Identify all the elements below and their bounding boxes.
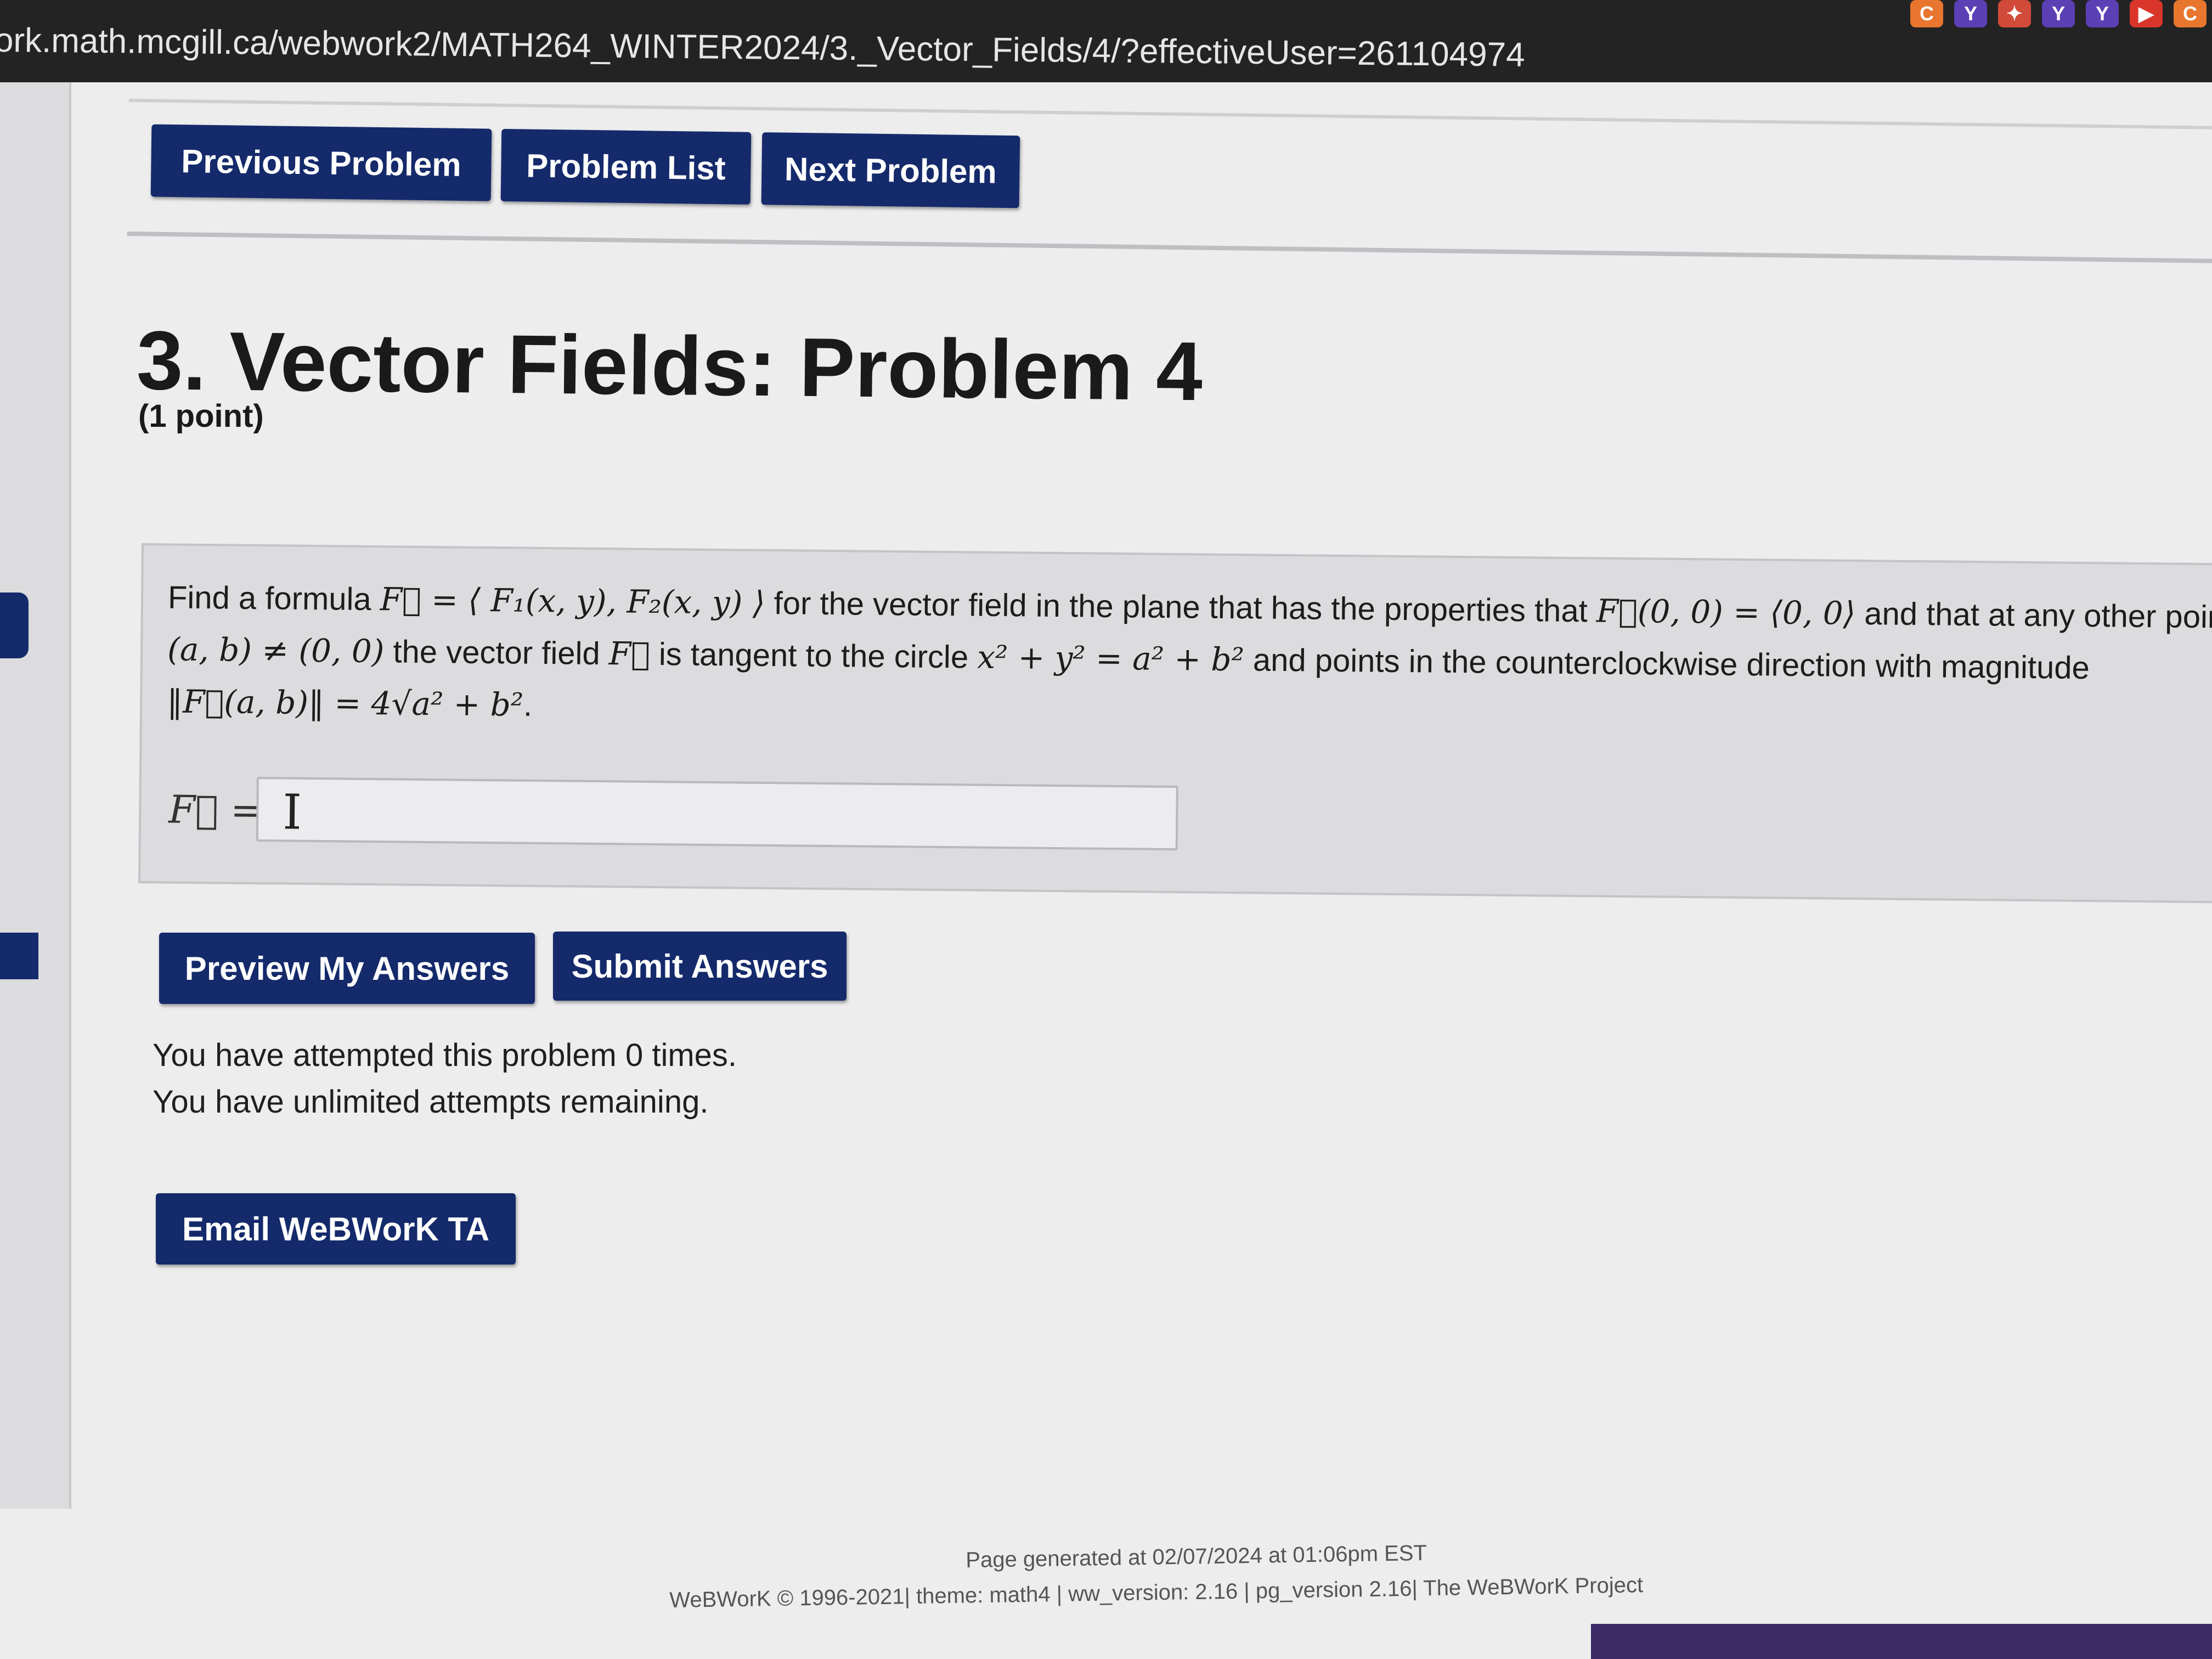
page-generated-text: Page generated at 02/07/2024 at 01:06pm … [966,1541,1427,1572]
sidebar-tab-marker [0,592,29,658]
extension-icon-2[interactable]: Y [1954,0,1987,27]
math-expression: F⃗(0, 0) = ⟨0, 0⟩ [1596,592,1856,632]
statement-text: and points in the counterclockwise direc… [1244,642,2090,686]
attempts-count-text: You have attempted this problem 0 times. [153,1037,737,1073]
math-expression: F⃗ [608,635,651,673]
extension-icon-4[interactable]: Y [2042,0,2075,27]
browser-address-bar[interactable]: ork.math.mcgill.ca/webwork2/MATH264_WINT… [0,0,2212,91]
statement-text: the vector field [384,634,610,672]
page-title: 3. Vector Fields: Problem 4 [136,313,1203,419]
webwork-page: Previous Problem Problem List Next Probl… [0,82,2212,1659]
attempts-remaining-text: You have unlimited attempts remaining. [153,1084,709,1120]
statement-text: Find a formula [167,579,381,618]
next-problem-button[interactable]: Next Problem [761,132,1020,208]
statement-line-3: ‖F⃗(a, b)‖ = 4√a² + b². [167,682,533,723]
url-text[interactable]: ork.math.mcgill.ca/webwork2/MATH264_WINT… [0,21,1525,75]
extension-icon-1[interactable]: C [1910,0,1943,27]
statement-text: and that at any other point [1855,595,2212,635]
math-expression: x² + y² = a² + b² [977,638,1245,679]
answer-input[interactable] [256,777,1178,851]
sidebar-tab-marker [0,933,38,979]
statement-text: . [523,687,533,723]
math-expression: (a, b) ≠ (0, 0) [167,630,385,670]
statement-text: for the vector field in the plane that h… [765,585,1597,629]
email-ta-button[interactable]: Email WeBWorK TA [156,1193,516,1265]
submit-answers-button[interactable]: Submit Answers [553,932,847,1001]
statement-line-2: (a, b) ≠ (0, 0) the vector field F⃗ is t… [167,630,2090,686]
extension-icon-5[interactable]: Y [2086,0,2119,27]
problem-navigation: Previous Problem Problem List Next Probl… [127,99,2212,264]
footer-credits: WeBWorK © 1996-2021| theme: math4 | ww_v… [669,1573,1644,1612]
extension-icon-6[interactable]: ▶ [2130,0,2163,27]
problem-statement-box: Find a formula F⃗ = ⟨ F₁(x, y), F₂(x, y)… [138,543,2212,904]
preview-answers-button[interactable]: Preview My Answers [159,933,535,1004]
extension-icon-7[interactable]: C [2174,0,2207,27]
problem-list-button[interactable]: Problem List [500,128,752,205]
previous-problem-button[interactable]: Previous Problem [150,124,492,201]
answer-label: F⃗ = [168,787,263,833]
math-expression: F⃗ = ⟨ F₁(x, y), F₂(x, y) ⟩ [380,580,765,622]
math-expression: ‖F⃗(a, b)‖ = 4√a² + b² [166,682,524,724]
problem-points: (1 point) [138,398,264,434]
left-sidebar-edge [0,82,71,1509]
extension-toolbar: C Y ✦ Y Y ▶ C [1910,0,2207,33]
extension-icon-3[interactable]: ✦ [1998,0,2031,27]
text-cursor-icon: I [282,783,302,840]
statement-text: is tangent to the circle [650,636,978,675]
os-taskbar [1591,1624,2212,1659]
statement-line-1: Find a formula F⃗ = ⟨ F₁(x, y), F₂(x, y)… [168,578,2212,635]
